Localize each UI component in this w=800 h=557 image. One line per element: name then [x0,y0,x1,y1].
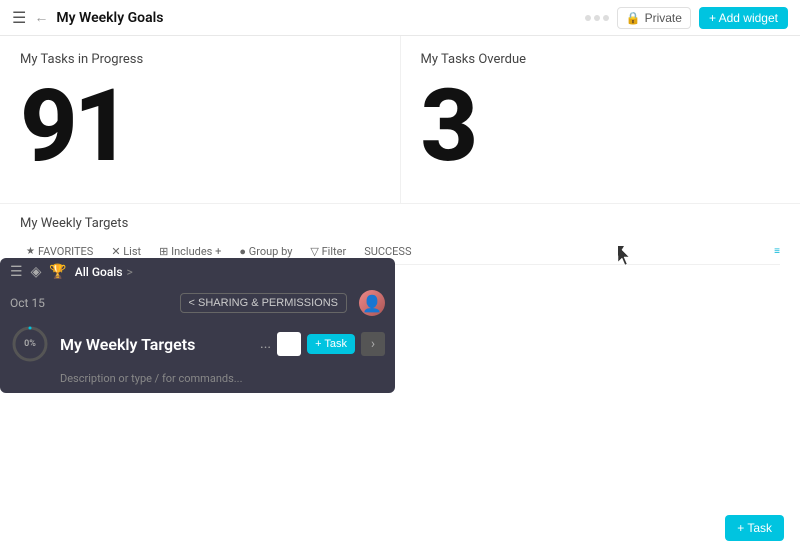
page-title: My Weekly Goals [56,10,163,26]
popup-white-button[interactable] [277,332,301,356]
popup-ellipsis-icon[interactable]: ... [260,336,271,352]
popup-more-button[interactable]: › [361,332,385,356]
lock-icon: 🔒 [626,11,641,25]
targets-title: My Weekly Targets [20,216,780,231]
header-right: 🔒 Private + Add widget [585,7,788,29]
widget-tasks-overdue: My Tasks Overdue 3 [401,36,800,203]
popup-avatar: 👤 [359,290,385,316]
widget-number-overdue: 3 [421,77,781,177]
popup-goal-icon[interactable]: 🏆 [49,264,66,280]
popup-main-title: My Weekly Targets [60,335,250,354]
popup-date-bar: Oct 15 < SHARING & PERMISSIONS 👤 [0,286,395,320]
popup-bookmark-icon[interactable]: ◈ [31,264,42,280]
progress-ring: 0% [10,324,50,364]
popup-menu-icon[interactable]: ☰ [10,264,23,280]
popup-date: Oct 15 [10,296,45,310]
breadcrumb-all-goals[interactable]: All Goals [75,265,123,279]
widgets-row: My Tasks in Progress 91 My Tasks Overdue… [0,36,800,204]
filter-action-icon[interactable]: ≡ [774,246,780,257]
popup-share-button[interactable]: < SHARING & PERMISSIONS [180,293,347,313]
popup-overlay: ☰ ◈ 🏆 All Goals > Oct 15 < SHARING & PER… [0,258,395,393]
popup-task-button[interactable]: + Task [307,334,355,354]
back-icon[interactable]: ← [34,9,48,26]
add-task-fab[interactable]: + Task [725,515,784,541]
header: ☰ ← My Weekly Goals 🔒 Private + Add widg… [0,0,800,36]
widget-number-in-progress: 91 [20,77,380,177]
widget-tasks-in-progress: My Tasks in Progress 91 [0,36,401,203]
header-left: ☰ ← My Weekly Goals [12,8,585,27]
menu-icon[interactable]: ☰ [12,8,26,27]
add-widget-button[interactable]: + Add widget [699,7,788,29]
widget-title-overdue: My Tasks Overdue [421,52,781,67]
private-button[interactable]: 🔒 Private [617,7,691,29]
targets-section: My Weekly Targets ★ FAVORITES ✕ List ⊞ I… [0,204,800,265]
popup-content: 0% My Weekly Targets ... + Task › [0,320,395,368]
popup-actions: ... + Task › [260,332,385,356]
progress-label: 0% [24,339,36,349]
popup-breadcrumb: All Goals > [75,265,133,279]
popup-top-bar: ☰ ◈ 🏆 All Goals > [0,258,395,286]
breadcrumb-arrow: > [127,265,133,279]
popup-description: Description or type / for commands... [0,368,395,391]
widget-title-in-progress: My Tasks in Progress [20,52,380,67]
